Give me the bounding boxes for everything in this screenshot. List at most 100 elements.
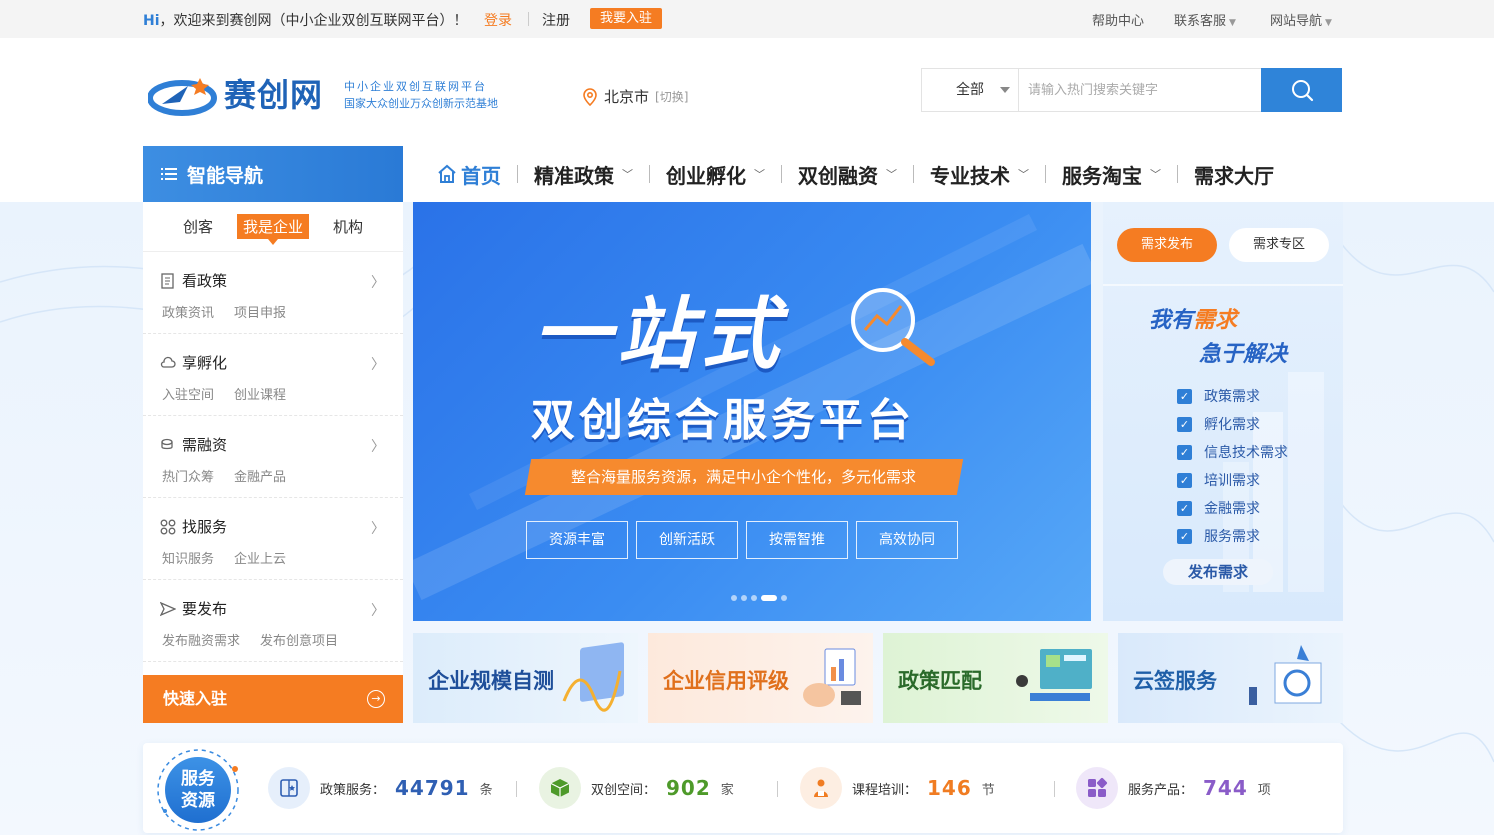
sidebar-link[interactable]: 项目申报 (234, 302, 286, 321)
nav-policy[interactable]: 精准政策 ﹀ (518, 146, 649, 202)
apps-icon (1076, 767, 1118, 809)
sidebar-link[interactable]: 发布融资需求 (162, 630, 240, 649)
tab-maker[interactable]: 创客 (177, 214, 219, 239)
publish-demand-button[interactable]: 发布需求 (1163, 559, 1273, 585)
demand-zone-tab[interactable]: 需求专区 (1229, 228, 1329, 262)
stat-policy-service[interactable]: 政策服务： 44791 条 (268, 767, 493, 809)
list-item[interactable]: ✓ 信息技术需求 (1177, 438, 1288, 466)
data-dashboard-icon (1016, 649, 1092, 701)
demand-headline-b: 需求 (1193, 308, 1238, 333)
sidebar-link[interactable]: 企业上云 (234, 548, 286, 567)
welcome-message: ，欢迎来到赛创网（中小企业双创互联网平台）！ (159, 13, 468, 29)
demand-publish-tab[interactable]: 需求发布 (1117, 228, 1217, 262)
city-switch-link[interactable]: [切换] (655, 88, 688, 105)
nav-financing-label: 双创融资 (798, 163, 878, 188)
sidebar-group-title[interactable]: 看政策 (160, 270, 227, 291)
sidebar-link[interactable]: 热门众筹 (162, 466, 214, 485)
chevron-right-icon[interactable]: 〉 (371, 518, 385, 538)
list-item[interactable]: ✓ 服务需求 (1177, 522, 1288, 550)
sidebar-link[interactable]: 政策资讯 (162, 302, 214, 321)
list-item-label: 孵化需求 (1204, 417, 1260, 433)
sidebar-link[interactable]: 金融产品 (234, 466, 286, 485)
sidebar-group-title-text: 需融资 (182, 436, 228, 454)
stat-service-products[interactable]: 服务产品： 744 项 (1076, 767, 1271, 809)
chevron-right-icon[interactable]: 〉 (371, 354, 385, 374)
nav-demand-hall[interactable]: 需求大厅 (1178, 146, 1290, 202)
search-category-select[interactable]: 全部 (922, 69, 1019, 111)
card-scale-test[interactable]: 企业规模自测 (413, 633, 638, 723)
sidebar-group-service: 找服务 〉 知识服务 企业上云 (143, 498, 403, 580)
search-input[interactable] (1020, 69, 1260, 111)
sidebar-group-title[interactable]: 找服务 (160, 516, 227, 537)
card-cloud-sign[interactable]: 云签服务 (1118, 633, 1343, 723)
sidebar-group-title-text: 要发布 (182, 600, 228, 618)
help-center-link[interactable]: 帮助中心 (1092, 10, 1144, 29)
role-tabs: 创客 我是企业 机构 (143, 202, 403, 252)
carousel-dot[interactable] (781, 595, 787, 601)
banner-subtitle: 双创综合服务平台 (531, 395, 915, 446)
trainer-icon (800, 767, 842, 809)
location-selector[interactable]: 北京市 [切换] (582, 86, 688, 107)
badge-line-2: 资源 (181, 791, 215, 811)
chevron-down-icon: ﹀ (886, 168, 897, 181)
coins-icon (161, 438, 173, 449)
tab-institution[interactable]: 机构 (327, 214, 369, 239)
document-icon (161, 272, 174, 289)
card-policy-match[interactable]: 政策匹配 (883, 633, 1108, 723)
nav-home-label: 首页 (461, 163, 501, 188)
divider (777, 781, 778, 797)
stat-innovation-space[interactable]: 双创空间： 902 家 (539, 767, 734, 809)
site-nav-menu[interactable]: 网站导航 ▼ (1270, 10, 1332, 29)
site-logo[interactable]: 赛创网 中小企业双创互联网平台 国家大众创业万众创新示范基地 (148, 72, 514, 118)
nav-incubation[interactable]: 创业孵化 ﹀ (650, 146, 781, 202)
carousel-dot[interactable] (761, 595, 777, 601)
cloud-icon (160, 356, 176, 368)
sidebar-group-title[interactable]: 要发布 (160, 598, 227, 619)
chevron-right-icon[interactable]: 〉 (371, 436, 385, 456)
checkbox-icon: ✓ (1177, 528, 1192, 544)
search-button[interactable] (1261, 68, 1342, 112)
carousel-dot[interactable] (741, 595, 747, 601)
stat-course-training[interactable]: 课程培训： 146 节 (800, 767, 995, 809)
list-item[interactable]: ✓ 政策需求 (1177, 382, 1288, 410)
register-link[interactable]: 注册 (542, 10, 570, 30)
stat-value: 44791 (395, 776, 470, 800)
list-item[interactable]: ✓ 孵化需求 (1177, 410, 1288, 438)
login-link[interactable]: 登录 (484, 10, 512, 30)
smart-nav-title[interactable]: 智能导航 (143, 146, 403, 202)
sidebar-link[interactable]: 知识服务 (162, 548, 214, 567)
nav-home[interactable]: 首页 (413, 146, 517, 202)
search-icon (1291, 80, 1313, 102)
sidebar-group-title[interactable]: 需融资 (160, 434, 227, 455)
sidebar-link[interactable]: 创业课程 (234, 384, 286, 403)
stat-label: 政策服务： (320, 782, 386, 798)
customer-service-menu[interactable]: 联系客服 ▼ (1174, 10, 1236, 29)
nav-technology[interactable]: 专业技术 ﹀ (914, 146, 1045, 202)
chart-screen-icon (562, 642, 624, 712)
stat-value: 902 (666, 776, 711, 800)
quick-join-label: 快速入驻 (163, 689, 228, 708)
carousel-dot[interactable] (731, 595, 737, 601)
carousel-dots (731, 595, 787, 601)
list-item[interactable]: ✓ 金融需求 (1177, 494, 1288, 522)
welcome-text: Hi，欢迎来到赛创网（中小企业双创互联网平台）！ (143, 10, 468, 30)
tab-enterprise[interactable]: 我是企业 (236, 214, 309, 245)
card-credit-rating[interactable]: 企业信用评级 (648, 633, 873, 723)
quick-join-button[interactable]: 快速入驻 → (143, 675, 403, 723)
carousel-dot[interactable] (751, 595, 757, 601)
nav-incubation-label: 创业孵化 (666, 163, 746, 188)
checkbox-icon: ✓ (1177, 416, 1192, 432)
sidebar-link[interactable]: 入驻空间 (162, 384, 214, 403)
list-item[interactable]: ✓ 培训需求 (1177, 466, 1288, 494)
sidebar-link[interactable]: 发布创意项目 (260, 630, 338, 649)
sidebar-group-title[interactable]: 享孵化 (160, 352, 227, 373)
join-button[interactable]: 我要入驻 (590, 8, 662, 29)
list-menu-icon (161, 168, 177, 180)
hero-banner[interactable]: 一站式 双创综合服务平台 整合海量服务资源，满足中小企个性化，多元化需求 资源丰… (413, 202, 1091, 621)
sidebar-sublinks: 发布融资需求 发布创意项目 (162, 630, 338, 649)
chevron-right-icon[interactable]: 〉 (371, 600, 385, 620)
nav-financing[interactable]: 双创融资 ﹀ (782, 146, 913, 202)
chevron-right-icon[interactable]: 〉 (371, 272, 385, 292)
nav-service-shop[interactable]: 服务淘宝 ﹀ (1046, 146, 1177, 202)
demand-headline-a: 我有 (1149, 308, 1194, 333)
